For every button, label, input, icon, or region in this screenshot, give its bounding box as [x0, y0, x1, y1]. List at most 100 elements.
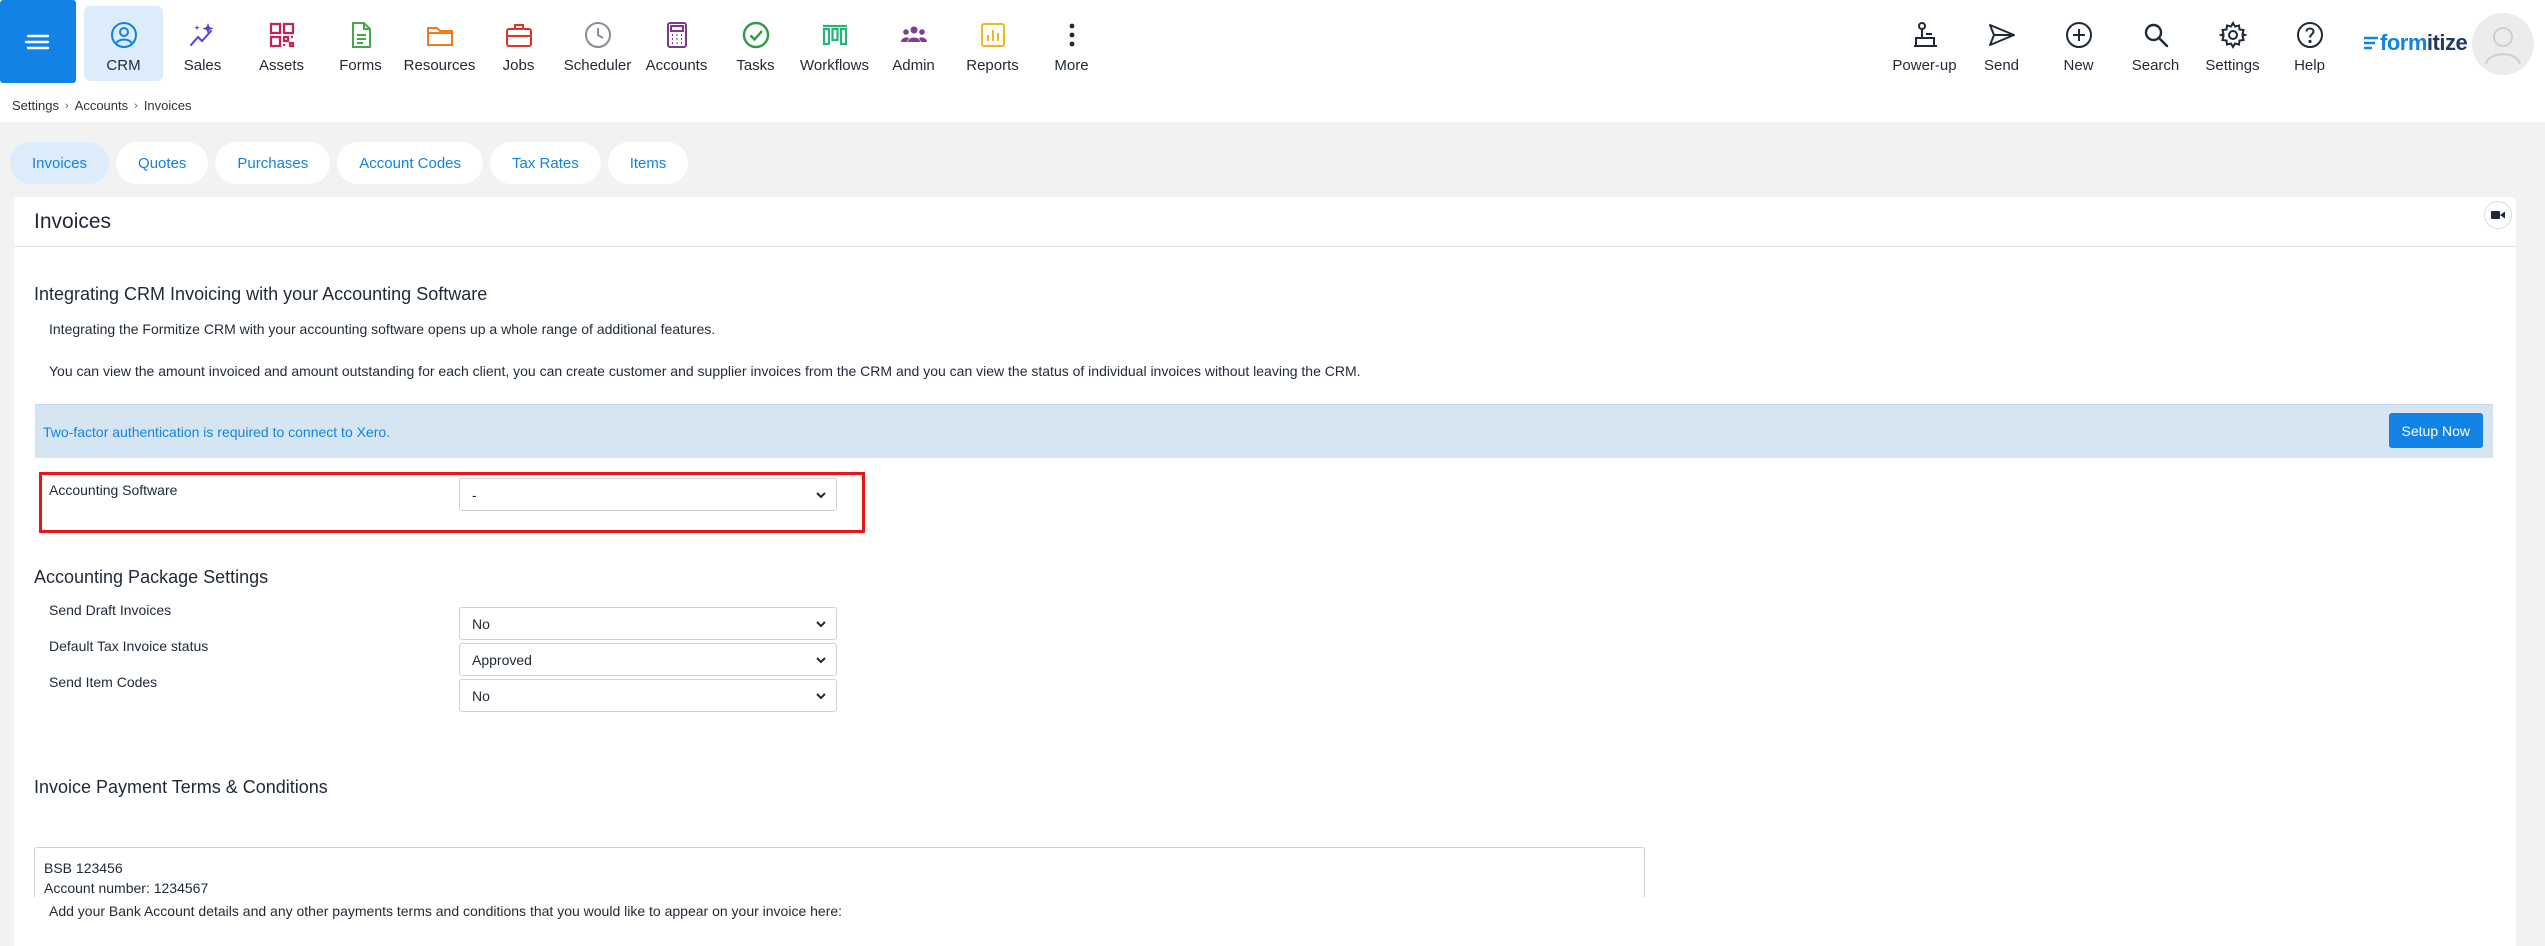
power-up-icon — [1913, 22, 1937, 47]
nav-label: CRM — [106, 57, 141, 74]
payment-terms-heading: Invoice Payment Terms & Conditions — [34, 777, 328, 797]
tab-tax-rates[interactable]: Tax Rates — [490, 142, 601, 184]
tab-quotes[interactable]: Quotes — [116, 142, 209, 184]
nav-label: Scheduler — [563, 57, 632, 74]
formitize-logo[interactable]: form itize — [2362, 30, 2468, 56]
person-circle-icon — [110, 22, 137, 48]
nav-jobs[interactable]: Jobs — [479, 6, 558, 81]
breadcrumb-separator: › — [134, 99, 138, 112]
settings-tabs: Invoices Quotes Purchases Account Codes … — [10, 142, 695, 184]
nav-label: Settings — [2205, 57, 2260, 74]
integration-heading: Integrating CRM Invoicing with your Acco… — [34, 284, 488, 304]
nav-settings[interactable]: Settings — [2194, 6, 2271, 81]
qr-grid-icon — [269, 22, 294, 48]
logo-mark-icon — [2364, 36, 2378, 50]
send-item-codes-label: Send Item Codes — [49, 674, 158, 690]
nav-label: Workflows — [800, 57, 869, 74]
panel-title: Invoices — [34, 210, 112, 233]
nav-search[interactable]: Search — [2117, 6, 2194, 81]
nav-label: Resources — [403, 57, 476, 74]
nav-help[interactable]: Help — [2271, 6, 2348, 81]
nav-label: Tasks — [736, 57, 775, 74]
nav-workflows[interactable]: Workflows — [795, 6, 874, 81]
accounting-software-select[interactable]: - — [459, 478, 837, 511]
nav-label: Reports — [966, 57, 1019, 74]
send-item-codes-select[interactable]: No — [459, 679, 837, 712]
nav-label: Jobs — [502, 57, 535, 74]
nav-label: Accounts — [645, 57, 708, 74]
video-help-button[interactable] — [2484, 201, 2512, 229]
clock-icon — [584, 22, 611, 48]
nav-assets[interactable]: Assets — [242, 6, 321, 81]
nav-new[interactable]: New — [2040, 6, 2117, 81]
nav-label: Search — [2131, 57, 2180, 74]
nav-crm[interactable]: CRM — [84, 6, 163, 81]
nav-more[interactable]: More — [1032, 6, 1111, 81]
check-circle-icon — [742, 21, 769, 49]
tab-account-codes[interactable]: Account Codes — [337, 142, 484, 184]
invoices-panel: Invoices Integrating CRM Invoicing with … — [14, 197, 2516, 946]
chevron-down-icon — [816, 492, 826, 499]
payment-terms-description: Add your Bank Account details and any ot… — [49, 903, 843, 919]
chevron-down-icon — [816, 621, 826, 628]
nav-forms[interactable]: Forms — [321, 6, 400, 81]
send-draft-invoices-label: Send Draft Invoices — [49, 602, 172, 618]
nav-sales[interactable]: Sales — [163, 6, 242, 81]
default-tax-invoice-status-select[interactable]: Approved — [459, 643, 837, 676]
top-navigation-bar: CRM Sales Assets Forms Resources Jobs Sc… — [0, 0, 2545, 90]
folder-icon — [426, 27, 453, 46]
select-value: Approved — [472, 651, 532, 668]
default-tax-invoice-status-label: Default Tax Invoice status — [49, 638, 209, 654]
avatar-placeholder-icon — [2485, 27, 2521, 65]
logo-text-prefix: form — [2380, 30, 2427, 55]
video-camera-icon — [2491, 211, 2505, 219]
hamburger-icon — [24, 34, 50, 49]
nav-label: Assets — [258, 57, 304, 74]
panel-header: Invoices — [14, 197, 2516, 247]
chevron-down-icon — [816, 693, 826, 700]
nav-scheduler[interactable]: Scheduler — [558, 6, 637, 81]
bar-chart-icon — [980, 23, 1005, 47]
logo-text-suffix: itize — [2426, 30, 2468, 55]
more-vertical-icon — [1069, 23, 1074, 47]
nav-label: Admin — [892, 57, 935, 74]
nav-label: Sales — [183, 57, 222, 74]
tab-purchases[interactable]: Purchases — [215, 142, 331, 184]
select-value: No — [472, 687, 490, 704]
nav-label: New — [2063, 57, 2094, 74]
nav-admin[interactable]: Admin — [874, 6, 953, 81]
nav-label: Forms — [339, 57, 382, 74]
integration-intro-text: Integrating the Formitize CRM with your … — [49, 321, 716, 337]
nav-send[interactable]: Send — [1963, 6, 2040, 81]
nav-label: Send — [1983, 57, 2020, 74]
user-avatar[interactable] — [2472, 13, 2534, 75]
textarea-line: BSB 123456 — [44, 860, 123, 876]
document-icon — [351, 22, 371, 48]
package-settings-heading: Accounting Package Settings — [34, 567, 269, 587]
payment-terms-textarea[interactable]: BSB 123456 Account number: 1234567 — [34, 847, 1645, 897]
setup-now-button[interactable]: Setup Now — [2388, 413, 2483, 448]
search-icon — [2144, 23, 2168, 48]
nav-reports[interactable]: Reports — [953, 6, 1032, 81]
tab-invoices[interactable]: Invoices — [10, 142, 110, 184]
main-menu-button[interactable] — [0, 0, 76, 83]
xero-2fa-alert: Two-factor authentication is required to… — [35, 404, 2493, 458]
briefcase-icon — [505, 24, 532, 47]
integration-details-text: You can view the amount invoiced and amo… — [49, 363, 1361, 379]
textarea-line: Account number: 1234567 — [44, 880, 209, 896]
breadcrumb-separator: › — [64, 99, 69, 112]
nav-resources[interactable]: Resources — [400, 6, 479, 81]
send-draft-invoices-select[interactable]: No — [459, 607, 837, 640]
people-icon — [900, 26, 927, 42]
select-value: No — [472, 615, 490, 632]
help-icon — [2296, 22, 2323, 48]
plus-circle-icon — [2065, 22, 2092, 48]
breadcrumb-invoices[interactable]: Invoices — [144, 98, 192, 113]
nav-tasks[interactable]: Tasks — [716, 6, 795, 81]
tab-items[interactable]: Items — [607, 142, 689, 184]
breadcrumb-settings[interactable]: Settings — [12, 98, 59, 113]
nav-power-up[interactable]: Power-up — [1886, 6, 1963, 81]
breadcrumb-accounts[interactable]: Accounts — [75, 98, 128, 113]
select-value: - — [472, 486, 477, 503]
nav-accounts[interactable]: Accounts — [637, 6, 716, 81]
